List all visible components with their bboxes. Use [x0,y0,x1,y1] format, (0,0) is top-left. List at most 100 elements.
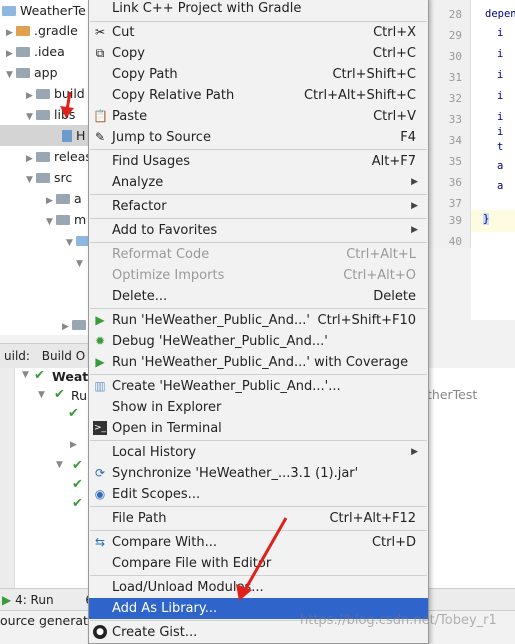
menu-item-jump-to-source[interactable]: ✎ Jump to Source F4 [89,127,428,148]
menu-item-run[interactable]: ▶ Run 'HeWeather_Public_And...' Ctrl+Shift… [89,310,428,331]
code-line: i [497,111,504,123]
menu-separator [90,374,427,375]
menu-item-edit-scopes[interactable]: ◉ Edit Scopes... [89,484,428,505]
line-number: 40 [448,235,462,248]
current-line-highlight: } [471,210,515,232]
tree-item-gradle[interactable]: ▶ .gradle [6,20,78,41]
folder-icon [56,194,70,204]
tree-item-sub2[interactable]: ▶ [62,314,90,335]
chevron-right-icon: ▶ [62,322,69,332]
line-number: 29 [448,29,462,42]
github-icon: ● [93,625,107,639]
line-number: 34 [448,134,462,147]
tree-item-android-test[interactable]: ▶ a [46,188,82,209]
line-number: 36 [448,176,462,189]
tree-item-build[interactable]: ▶ build [26,83,85,104]
menu-separator [90,194,427,195]
menu-item-copy-relative-path[interactable]: Copy Relative Path Ctrl+Alt+Shift+C [89,85,428,106]
folder-icon [16,47,30,57]
menu-item-find-usages[interactable]: Find Usages Alt+F7 [89,151,428,172]
folder-icon [72,320,86,330]
tree-item-main[interactable]: ▼ m [46,209,86,230]
menu-item-open-in-terminal[interactable]: >_ Open in Terminal [89,418,428,439]
folder-icon [16,68,30,78]
line-number: 37 [448,197,462,210]
menu-separator [90,149,427,150]
copy-icon: ⧉ [95,46,105,60]
menu-item-cut[interactable]: ✂ Cut Ctrl+X [89,22,428,43]
menu-item-paste[interactable]: 📋 Paste Ctrl+V [89,106,428,127]
menu-item-link-cpp[interactable]: Link C++ Project with Gradle [89,0,428,19]
menu-item-compare-with[interactable]: ⇆ Compare With... Ctrl+D [89,532,428,553]
chevron-down-icon: ▼ [6,70,13,80]
menu-separator [90,530,427,531]
code-line: i [497,69,504,81]
success-check-icon: ✔ [72,458,83,473]
pencil-icon: ✎ [94,130,106,144]
menu-item-delete[interactable]: Delete... Delete [89,286,428,307]
menu-item-run-with-coverage[interactable]: ▶ Run 'HeWeather_Public_And...' with Cove… [89,352,428,373]
line-number: 30 [448,50,462,63]
project-tree: WeatherTe ▶ .gradle ▶ .idea ▼ app ▶ build ▼ l… [0,0,100,335]
menu-item-create-config[interactable]: ▥ Create 'HeWeather_Public_And...'... [89,376,428,397]
menu-item-load-unload-modules[interactable]: Load/Unload Modules... [89,577,428,598]
menu-separator [90,506,427,507]
chevron-down-icon: ▼ [26,175,33,185]
line-number: 35 [448,155,462,168]
scope-icon: ◉ [94,487,106,501]
build-run-label[interactable]: Ru [71,388,87,403]
menu-item-copy-path[interactable]: Copy Path Ctrl+Shift+C [89,64,428,85]
scissors-icon: ✂ [94,25,106,39]
code-editor[interactable]: depen i i i i i i t a a [471,0,515,320]
context-menu: Link C++ Project with Gradle ✂ Cut Ctrl+X … [88,0,429,644]
line-number: 32 [448,92,462,105]
menu-item-synchronize[interactable]: ⟳ Synchronize 'HeWeather_...3.1 (1).jar' [89,463,428,484]
tree-item-libs[interactable]: ▼ libs [26,104,75,125]
menu-item-file-path[interactable]: File Path Ctrl+Alt+F12 [89,508,428,529]
tree-item-app[interactable]: ▼ app [6,62,58,83]
line-number: 31 [448,71,462,84]
menu-item-local-history[interactable]: Local History ▶ [89,442,428,463]
run-tab[interactable]: 4: Run [15,593,54,607]
tree-item-idea[interactable]: ▶ .idea [6,41,65,62]
run-icon: ▶ [95,313,105,327]
watermark: https://blog.csdn.net/Tobey_r1 [300,613,497,628]
folder-icon [36,152,50,162]
menu-item-analyze[interactable]: Analyze ▶ [89,172,428,193]
success-check-icon: ✔ [72,496,83,511]
menu-item-refactor[interactable]: Refactor ▶ [89,196,428,217]
chevron-down-icon: ▼ [46,217,53,227]
menu-item-show-in-explorer[interactable]: Show in Explorer [89,397,428,418]
submenu-arrow-icon: ▶ [411,225,418,235]
menu-item-compare-file-with-editor[interactable]: Compare File with Editor [89,553,428,574]
folder-icon [56,215,70,225]
folder-icon [2,6,16,16]
folder-icon [36,110,50,120]
chevron-right-icon: ▶ [70,440,77,450]
status-text: ource generati [0,613,92,628]
code-line: i [497,126,504,138]
sync-icon: ⟳ [94,466,106,480]
debug-icon: ✹ [94,334,106,348]
tree-item-root[interactable]: WeatherTe [2,0,86,21]
paste-icon: 📋 [93,109,108,123]
chevron-down-icon: ▼ [38,390,45,400]
jar-file-icon [62,130,72,142]
coverage-icon: ▶ [95,355,105,369]
tree-item-src[interactable]: ▼ src [26,167,72,188]
line-number: 33 [448,113,462,126]
code-line: a [497,160,504,172]
menu-separator [90,308,427,309]
build-output-tab[interactable]: Build O [42,349,85,363]
success-check-icon: ✔ [68,406,79,421]
terminal-icon: >_ [93,421,107,435]
submenu-arrow-icon: ▶ [411,177,418,187]
chevron-down-icon: ▼ [22,370,29,380]
tree-item-sub1[interactable]: ▼ [76,251,86,272]
menu-item-debug[interactable]: ✹ Debug 'HeWeather_Public_And...' [89,331,428,352]
chevron-down-icon: ▼ [76,259,83,269]
tree-item-jar-selected[interactable]: H [0,125,90,146]
build-side-toolbar [0,368,15,588]
menu-item-copy[interactable]: ⧉ Copy Ctrl+C [89,43,428,64]
menu-item-add-to-favorites[interactable]: Add to Favorites ▶ [89,220,428,241]
